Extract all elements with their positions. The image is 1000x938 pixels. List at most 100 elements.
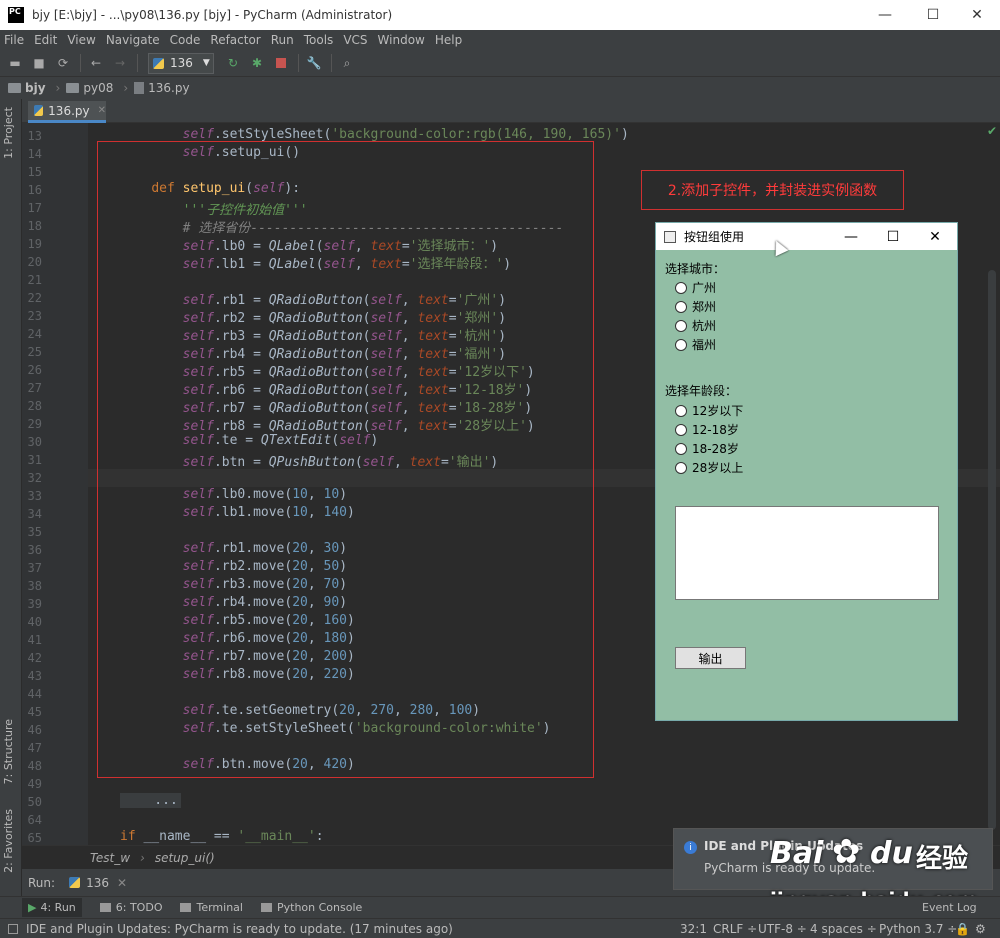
nav-file[interactable]: 136.py [148,81,189,95]
tab-terminal-label: Terminal [196,901,243,914]
radio-label: 郑州 [692,300,717,314]
radio-circle-icon [675,300,687,313]
radio-label: 12岁以下 [692,404,744,418]
chevron-right-icon: › [140,850,145,865]
radio-18-28[interactable]: 18-28岁 [675,440,739,457]
radio-circle-icon [675,404,687,417]
stop-icon[interactable] [272,54,290,72]
memory-icon: ⚙ [975,921,986,936]
sync-icon[interactable]: ⟳ [54,54,72,72]
rerun-icon[interactable]: ↻ [224,54,242,72]
line-number: 36 [27,543,42,557]
project-tool-tab[interactable]: 1: Project [2,107,15,159]
menu-navigate[interactable]: Navigate [106,33,160,47]
radio-over-28[interactable]: 28岁以上 [675,459,743,476]
output-button[interactable]: 输出 [675,647,746,669]
radio-under-12[interactable]: 12岁以下 [675,402,743,419]
python-icon [69,877,81,888]
line-number: 21 [27,273,42,287]
menu-code[interactable]: Code [170,33,201,47]
wrench-icon[interactable]: 🔧 [305,54,323,72]
menu-view[interactable]: View [67,33,95,47]
back-arrow-icon[interactable]: ← [87,54,105,72]
python-file-icon [34,105,44,116]
file-encoding[interactable]: UTF-8 ÷ [758,922,807,936]
list-icon [99,903,111,912]
line-number: 49 [27,777,42,791]
run-label: Run: [28,875,56,890]
save-icon[interactable]: ■ [30,54,48,72]
nav-project[interactable]: bjy [25,81,46,95]
run-config-select[interactable]: 136 ▼ [148,52,214,74]
tab-run-label: 4: Run [40,901,76,914]
folder-icon [66,83,80,93]
python-interpreter[interactable]: Python 3.7 ÷ [879,922,957,936]
tab-todo-label: 6: TODO [115,901,163,914]
radio-hangzhou[interactable]: 杭州 [675,317,716,334]
toolbar-separator [331,54,332,72]
line-number: 30 [27,435,42,449]
qt-app-window: 按钮组使用 — ☐ ✕ 选择城市： 广州 郑州 杭州 福州 选择年龄段： 12岁… [655,222,958,721]
menu-window[interactable]: Window [378,33,425,47]
radio-label: 12-18岁 [692,423,739,437]
menu-vcs[interactable]: VCS [343,33,367,47]
menu-run[interactable]: Run [271,33,294,47]
tab-python-console[interactable]: Python Console [260,901,362,914]
toolbar-separator [298,54,299,72]
structure-tool-tab[interactable]: 7: Structure [2,719,15,784]
event-log-tab[interactable]: Event Log [922,901,977,914]
nav-folder[interactable]: py08 [83,81,113,95]
radio-guangzhou[interactable]: 广州 [675,279,716,296]
maximize-button[interactable]: ☐ [910,0,956,30]
menu-refactor[interactable]: Refactor [210,33,260,47]
editor-scrollbar[interactable] [988,270,996,830]
line-number: 43 [27,669,42,683]
qt-minimize-button[interactable]: — [830,223,872,250]
code-line[interactable]: self.setStyleSheet('background-color:rgb… [120,127,629,142]
forward-arrow-icon[interactable]: → [111,54,129,72]
tab-136-py[interactable]: 136.py ✕ [28,101,106,123]
radio-12-18[interactable]: 12-18岁 [675,421,739,438]
file-icon [134,82,145,94]
tab-terminal[interactable]: Terminal [180,901,243,914]
caret-position[interactable]: 32:1 [680,922,707,936]
qt-text-edit[interactable] [675,506,939,600]
menu-file[interactable]: File [4,33,24,47]
close-tab-icon[interactable]: ✕ [98,105,106,116]
close-run-tab-icon[interactable]: ✕ [117,876,127,890]
open-folder-icon[interactable]: ▬ [6,54,24,72]
menu-tools[interactable]: Tools [304,33,334,47]
code-line[interactable]: if __name__ == '__main__': [120,829,324,844]
breadcrumb-class[interactable]: Test_w [90,851,130,865]
qt-maximize-button[interactable]: ☐ [872,223,914,250]
close-button[interactable]: ✕ [954,0,1000,30]
search-icon[interactable]: ⌕ [338,54,356,72]
debug-bug-icon[interactable]: ✱ [248,54,266,72]
line-number: 20 [27,255,42,269]
tab-todo[interactable]: 6: TODO [99,901,163,914]
radio-fuzhou[interactable]: 福州 [675,336,716,353]
line-number: 37 [27,561,42,575]
line-number: 16 [27,183,42,197]
menu-help[interactable]: Help [435,33,462,47]
breadcrumb-method[interactable]: setup_ui() [155,851,215,865]
radio-circle-icon [675,423,687,436]
radio-circle-icon [675,442,687,455]
minimize-button[interactable]: — [862,0,908,30]
line-number: 38 [27,579,42,593]
tab-run[interactable]: ▶ 4: Run [22,898,82,917]
line-number: 19 [27,237,42,251]
line-number: 40 [27,615,42,629]
line-separator[interactable]: CRLF ÷ [713,922,757,936]
favorites-tool-tab[interactable]: 2: Favorites [2,809,15,873]
menu-edit[interactable]: Edit [34,33,57,47]
line-number: 18 [27,219,42,233]
line-number: 34 [27,507,42,521]
code-line[interactable]: ... [120,793,181,808]
run-tab-label[interactable]: 136 [86,876,109,890]
radio-zhengzhou[interactable]: 郑州 [675,298,716,315]
qt-close-button[interactable]: ✕ [914,223,956,250]
python-icon [153,57,164,69]
indent-setting[interactable]: 4 spaces ÷ [810,922,877,936]
line-number: 64 [27,813,42,827]
